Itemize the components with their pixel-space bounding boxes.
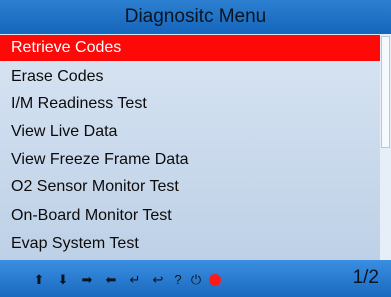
back-icon[interactable]: ↩ (149, 273, 167, 287)
page-title: Diagnositc Menu (0, 0, 391, 34)
arrow-right-icon[interactable]: ➡ (78, 273, 96, 287)
menu-item-on-board-monitor-test[interactable]: On-Board Monitor Test (0, 203, 380, 229)
page-indicator: 1/2 (352, 267, 379, 288)
scrollbar-thumb[interactable] (381, 36, 390, 148)
menu-item-retrieve-codes[interactable]: Retrieve Codes (0, 35, 380, 61)
menu-item-evap-system-test[interactable]: Evap System Test (0, 231, 380, 257)
menu-item-view-freeze-frame-data[interactable]: View Freeze Frame Data (0, 147, 380, 173)
footer-key-bar: ⬆ ⬇ ➡ ⬅ ↵ ↩ ? ⏻ (0, 260, 391, 297)
arrow-left-icon[interactable]: ⬅ (102, 273, 120, 287)
power-icon[interactable]: ⏻ (187, 273, 205, 287)
menu-item-im-readiness-test[interactable]: I/M Readiness Test (0, 91, 380, 117)
arrow-down-icon[interactable]: ⬇ (54, 273, 72, 287)
enter-icon[interactable]: ↵ (126, 273, 144, 287)
help-icon[interactable]: ? (169, 273, 187, 287)
diagnostic-screen: Diagnositc Menu Retrieve Codes Erase Cod… (0, 0, 391, 297)
menu-item-view-live-data[interactable]: View Live Data (0, 119, 380, 145)
record-dot-icon[interactable] (209, 274, 221, 286)
arrow-up-icon[interactable]: ⬆ (30, 273, 48, 287)
menu-item-erase-codes[interactable]: Erase Codes (0, 64, 380, 90)
menu-item-o2-sensor-monitor-test[interactable]: O2 Sensor Monitor Test (0, 174, 380, 200)
